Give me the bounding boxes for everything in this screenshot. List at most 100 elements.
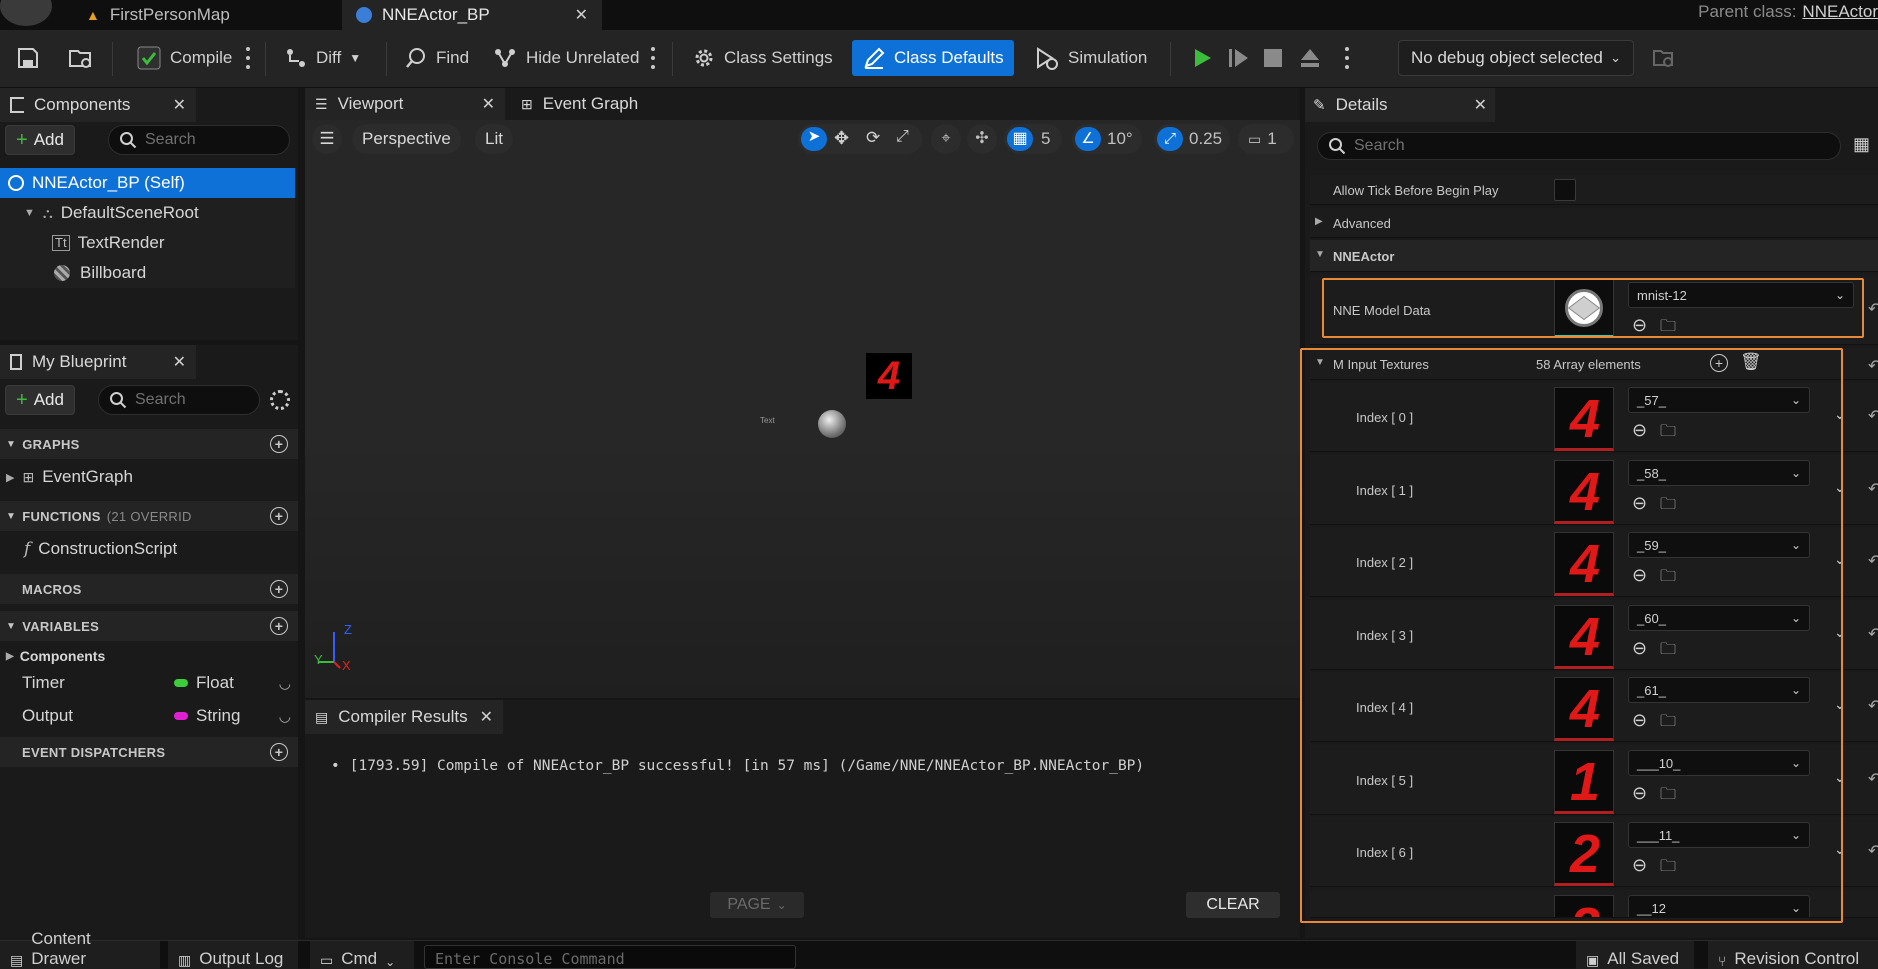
component-item-self[interactable]: NNEActor_BP (Self) <box>0 168 295 198</box>
close-icon[interactable]: ✕ <box>1474 95 1487 115</box>
cmd-dropdown[interactable]: ▭ Cmd ⌄ <box>310 941 414 969</box>
browse-asset-icon[interactable]: 🗀 <box>1660 315 1680 335</box>
add-graph-icon[interactable]: + <box>270 435 288 453</box>
settings-gear-icon[interactable] <box>270 390 290 410</box>
variable-item-timer[interactable]: Timer Float ◡ <box>0 668 295 698</box>
rotation-snap-control[interactable]: ∠ 10° <box>1072 124 1142 154</box>
use-selected-asset-icon[interactable]: ⊖ <box>1632 783 1647 804</box>
texture-thumbnail[interactable]: 2 <box>1554 895 1614 917</box>
browse-asset-icon[interactable]: 🗀 <box>1660 855 1676 882</box>
element-options-chevron-icon[interactable]: ⌄ <box>1834 406 1846 423</box>
add-member-button[interactable]: + Add <box>5 385 75 415</box>
all-saved-button[interactable]: ▣ All Saved <box>1576 941 1694 969</box>
texture-combo[interactable]: ___11_ ⌄ <box>1628 822 1810 848</box>
add-variable-icon[interactable]: + <box>270 617 288 635</box>
component-item-billboard[interactable]: Billboard <box>0 258 295 288</box>
asset-thumbnail[interactable] <box>1554 278 1614 338</box>
browse-asset-icon[interactable]: 🗀 <box>1660 638 1676 665</box>
element-options-chevron-icon[interactable]: ⌄ <box>1834 551 1846 568</box>
debug-browse-button[interactable] <box>1646 40 1682 76</box>
use-selected-asset-icon[interactable]: ⊖ <box>1632 710 1647 731</box>
hide-unrelated-button[interactable]: Hide Unrelated <box>486 40 645 76</box>
eject-button[interactable] <box>1292 40 1328 76</box>
find-button[interactable]: Find <box>398 40 475 76</box>
element-options-chevron-icon[interactable]: ⌄ <box>1834 841 1846 858</box>
element-options-chevron-icon[interactable]: ⌄ <box>1834 696 1846 713</box>
delete-all-icon[interactable]: 🗑 <box>1740 352 1762 372</box>
texture-combo[interactable]: _59_ ⌄ <box>1628 532 1810 558</box>
add-element-icon[interactable]: + <box>1710 354 1728 372</box>
details-search-input[interactable]: Search <box>1317 132 1841 160</box>
reset-to-default-icon[interactable]: ↶ <box>1868 479 1878 499</box>
texture-thumbnail[interactable]: 4 <box>1554 460 1614 524</box>
play-button[interactable] <box>1184 40 1220 76</box>
perspective-button[interactable]: Perspective <box>352 124 461 154</box>
use-selected-asset-icon[interactable]: ⊖ <box>1632 493 1647 514</box>
move-tool-icon[interactable]: ✥ <box>834 128 849 149</box>
close-icon[interactable]: ✕ <box>575 5 588 25</box>
property-matrix-icon[interactable]: ▦ <box>1853 134 1870 155</box>
input-textures-header-row[interactable]: ▼ M Input Textures 58 Array elements + 🗑… <box>1310 348 1878 380</box>
function-item-construction-script[interactable]: f ConstructionScript <box>0 534 295 564</box>
viewport-menu-button[interactable]: ☰ <box>312 124 342 154</box>
texture-thumbnail[interactable]: 2 <box>1554 822 1614 886</box>
class-settings-button[interactable]: Class Settings <box>686 40 839 76</box>
texture-thumbnail[interactable]: 4 <box>1554 605 1614 669</box>
add-macro-icon[interactable]: + <box>270 580 288 598</box>
close-icon[interactable]: ✕ <box>482 94 495 114</box>
save-button[interactable] <box>10 40 46 76</box>
compile-options-icon[interactable] <box>245 44 251 72</box>
functions-section-header[interactable]: ▼ FUNCTIONS (21 OVERRID + <box>0 501 298 531</box>
browse-asset-icon[interactable]: 🗀 <box>1660 783 1676 810</box>
texture-combo[interactable]: _61_ ⌄ <box>1628 677 1810 703</box>
compiler-results-tab[interactable]: ▤ Compiler Results ✕ <box>305 700 503 734</box>
reset-to-default-icon[interactable]: ↶ <box>1868 841 1878 861</box>
element-options-chevron-icon[interactable]: ⌄ <box>1834 914 1846 917</box>
reset-to-default-icon[interactable]: ↶ <box>1868 551 1878 571</box>
class-defaults-button[interactable]: Class Defaults <box>852 40 1014 76</box>
use-selected-asset-icon[interactable]: ⊖ <box>1632 638 1647 659</box>
reset-to-default-icon[interactable]: ↶ <box>1868 299 1878 319</box>
nne-model-data-combo[interactable]: mnist-12 ⌄ <box>1628 282 1854 308</box>
reset-to-default-icon[interactable]: ↶ <box>1868 406 1878 426</box>
clear-button[interactable]: CLEAR <box>1186 892 1280 918</box>
close-icon[interactable]: ✕ <box>173 95 186 115</box>
element-options-chevron-icon[interactable]: ⌄ <box>1834 479 1846 496</box>
variables-section-header[interactable]: ▼ VARIABLES + <box>0 611 298 641</box>
texture-combo[interactable]: _57_ ⌄ <box>1628 387 1810 413</box>
reset-to-default-icon[interactable]: ↶ <box>1868 624 1878 644</box>
graphs-section-header[interactable]: ▼ GRAPHS + <box>0 429 298 459</box>
browse-asset-icon[interactable]: 🗀 <box>1660 565 1676 592</box>
scale-tool-icon[interactable]: ⤢ <box>896 128 909 146</box>
find-options-icon[interactable] <box>650 44 656 72</box>
reset-to-default-icon[interactable]: ↶ <box>1868 914 1878 917</box>
simulation-button[interactable]: Simulation <box>1028 40 1153 76</box>
component-item-text-render[interactable]: Tt TextRender <box>0 228 295 258</box>
browse-asset-icon[interactable]: 🗀 <box>1660 710 1676 737</box>
texture-thumbnail[interactable]: 4 <box>1554 677 1614 741</box>
grid-snap-control[interactable]: ▦ 5 <box>1004 124 1062 154</box>
texture-combo[interactable]: _60_ ⌄ <box>1628 605 1810 631</box>
play-options-icon[interactable] <box>1344 44 1350 72</box>
tab-event-graph[interactable]: ⊞ Event Graph <box>513 88 713 120</box>
component-item-default-scene-root[interactable]: ▼ ⛬ DefaultSceneRoot <box>0 198 295 228</box>
browse-asset-icon[interactable]: 🗀 <box>1660 493 1676 520</box>
texture-thumbnail[interactable]: 1 <box>1554 750 1614 814</box>
visibility-eye-icon[interactable]: ◡ <box>279 708 291 725</box>
add-component-button[interactable]: + Add <box>5 125 75 155</box>
reset-to-default-icon[interactable]: ↶ <box>1868 356 1878 376</box>
event-dispatchers-section-header[interactable]: EVENT DISPATCHERS + <box>0 737 298 767</box>
texture-thumbnail[interactable]: 4 <box>1554 532 1614 596</box>
macros-section-header[interactable]: MACROS + <box>0 574 298 604</box>
rotate-tool-icon[interactable]: ⟳ <box>866 128 880 148</box>
stop-button[interactable] <box>1256 40 1290 76</box>
tab-nneactor-bp[interactable]: NNEActor_BP ✕ <box>342 0 602 30</box>
element-options-chevron-icon[interactable]: ⌄ <box>1834 624 1846 641</box>
compile-button[interactable]: Compile <box>130 40 238 76</box>
texture-combo[interactable]: _58_ ⌄ <box>1628 460 1810 486</box>
components-search-input[interactable]: Search <box>108 125 290 155</box>
variable-item-output[interactable]: Output String ◡ <box>0 701 295 731</box>
browse-button[interactable] <box>62 40 100 76</box>
debug-object-dropdown[interactable]: No debug object selected ⌄ <box>1398 40 1634 76</box>
add-function-icon[interactable]: + <box>270 507 288 525</box>
